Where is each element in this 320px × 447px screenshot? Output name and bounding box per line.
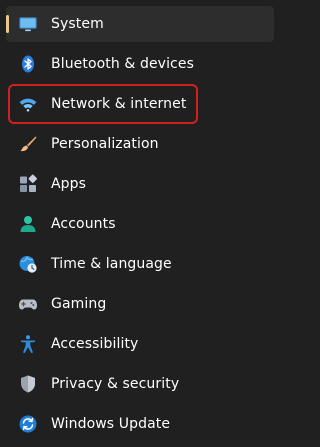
display-icon [18,14,38,34]
sidebar-item-network-internet[interactable]: Network & internet [6,86,274,122]
wifi-icon [18,94,38,114]
shield-icon [18,374,38,394]
sidebar-item-label: Personalization [51,136,159,152]
apps-icon [18,174,38,194]
sidebar-item-label: Apps [51,176,87,192]
sidebar-item-personalization[interactable]: Personalization [6,126,274,162]
sidebar-item-label: Gaming [51,296,107,312]
sidebar-item-gaming[interactable]: Gaming [6,286,274,322]
sidebar-item-label: Privacy & security [51,376,180,392]
globe-clock-icon [18,254,38,274]
sidebar-item-label: Network & internet [51,96,187,112]
sidebar-item-windows-update[interactable]: Windows Update [6,406,274,442]
settings-sidebar-nav: System Bluetooth & devices Network & int… [0,0,280,447]
update-icon [18,414,38,434]
sidebar-item-accessibility[interactable]: Accessibility [6,326,274,362]
bluetooth-icon [18,54,38,74]
sidebar-item-bluetooth-devices[interactable]: Bluetooth & devices [6,46,274,82]
sidebar-item-privacy-security[interactable]: Privacy & security [6,366,274,402]
sidebar-item-accounts[interactable]: Accounts [6,206,274,242]
selection-indicator [6,15,9,33]
sidebar-item-label: System [51,16,104,32]
person-icon [18,214,38,234]
sidebar-item-time-language[interactable]: Time & language [6,246,274,282]
sidebar-item-system[interactable]: System [6,6,274,42]
gamepad-icon [18,294,38,314]
accessibility-icon [18,334,38,354]
sidebar-item-label: Bluetooth & devices [51,56,194,72]
paintbrush-icon [18,134,38,154]
sidebar-item-label: Accessibility [51,336,139,352]
sidebar-item-label: Time & language [51,256,172,272]
sidebar-item-apps[interactable]: Apps [6,166,274,202]
sidebar-item-label: Windows Update [51,416,171,432]
sidebar-item-label: Accounts [51,216,116,232]
